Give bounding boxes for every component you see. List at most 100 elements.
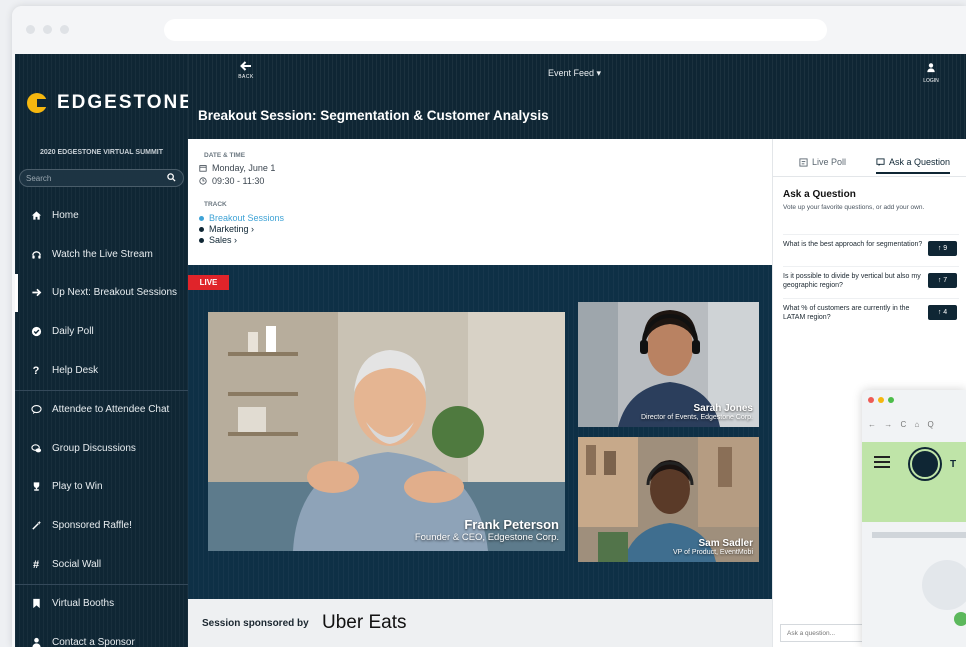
upvote-button[interactable]: ↑ 9 <box>928 241 957 256</box>
tab-ask-question[interactable]: Ask a Question <box>876 157 951 174</box>
poll-icon <box>799 157 808 167</box>
hamburger-menu-icon[interactable] <box>874 456 890 468</box>
question-item: What is the best approach for segmentati… <box>783 234 959 264</box>
event-app: EDGESTONE 2020 EDGESTONE VIRTUAL SUMMIT … <box>15 54 966 647</box>
question-text: What % of customers are currently in the… <box>783 305 910 321</box>
sidebar-item-label: Contact a Sponsor <box>52 636 135 647</box>
trophy-icon <box>30 481 42 493</box>
sidebar-item-label: Virtual Booths <box>52 598 115 610</box>
speaker-title: Founder & CEO, Edgestone Corp. <box>414 532 559 543</box>
sidebar-item-label: Up Next: Breakout Sessions <box>52 287 178 299</box>
sidebar-item-daily-poll[interactable]: Daily Poll <box>15 312 188 351</box>
question-item: What % of customers are currently in the… <box>783 298 959 328</box>
tab-label: Live Poll <box>812 157 847 167</box>
minimize-dot[interactable] <box>43 25 52 34</box>
track-heading: TRACK <box>204 201 227 208</box>
mini-label-fragment: T <box>950 459 957 470</box>
clock-icon <box>199 177 207 185</box>
vote-count: 9 <box>943 245 948 252</box>
sidebar-item-contact-sponsor[interactable]: Contact a Sponsor <box>15 623 188 647</box>
video-tile-main[interactable]: Frank Peterson Founder & CEO, Edgestone … <box>208 312 565 551</box>
question-text: Is it possible to divide by vertical but… <box>783 273 921 289</box>
maximize-dot[interactable] <box>60 25 69 34</box>
speaker-video-image <box>208 312 565 551</box>
question-text: What is the best approach for segmentati… <box>783 241 923 248</box>
leaf-icon <box>954 612 966 626</box>
minimize-dot[interactable] <box>878 397 884 403</box>
vote-count: 4 <box>943 309 948 316</box>
sidebar-item-home[interactable]: Home <box>15 196 188 235</box>
arrow-up-icon: ↑ <box>937 277 942 284</box>
sidebar: EDGESTONE 2020 EDGESTONE VIRTUAL SUMMIT … <box>15 54 192 647</box>
laptop-badge-icon[interactable] <box>910 449 940 479</box>
sidebar-item-live-stream[interactable]: Watch the Live Stream <box>15 235 188 274</box>
user-icon <box>916 60 946 78</box>
close-dot[interactable] <box>26 25 35 34</box>
speaker-name: Sam Sadler <box>698 538 753 549</box>
back-button[interactable]: BACK <box>231 60 261 80</box>
track-breakout[interactable]: Breakout Sessions <box>199 213 284 223</box>
sidebar-item-breakout[interactable]: Up Next: Breakout Sessions <box>15 273 188 313</box>
sidebar-item-attendee-chat[interactable]: Attendee to Attendee Chat <box>15 389 188 429</box>
bookmark-icon <box>30 598 42 610</box>
event-name: 2020 EDGESTONE VIRTUAL SUMMIT <box>39 149 164 156</box>
maximize-dot[interactable] <box>888 397 894 403</box>
upvote-button[interactable]: ↑ 7 <box>928 273 957 288</box>
sidebar-item-label: Attendee to Attendee Chat <box>52 404 170 416</box>
brand[interactable]: EDGESTONE <box>27 92 194 114</box>
hashtag-icon: # <box>32 558 40 571</box>
browser-chrome <box>12 6 966 54</box>
track-bullet <box>199 226 204 232</box>
sidebar-item-label: Home <box>52 209 79 221</box>
sponsor-prefix: Session sponsored by <box>202 618 309 629</box>
video-tile-sam[interactable]: Sam Sadler VP of Product, EventMobi <box>578 437 759 562</box>
track-label: Sales › <box>209 235 238 245</box>
vote-count: 7 <box>943 277 948 284</box>
sidebar-item-raffle[interactable]: Sponsored Raffle! <box>15 506 188 545</box>
sidebar-item-play-to-win[interactable]: Play to Win <box>15 468 188 507</box>
qa-tabs: Live Poll Ask a Question <box>773 151 966 177</box>
upvote-button[interactable]: ↑ 4 <box>928 305 957 320</box>
user-icon <box>30 636 42 647</box>
headset-icon <box>30 248 42 260</box>
sidebar-item-help-desk[interactable]: ? Help Desk <box>15 351 188 390</box>
question-item: Is it possible to divide by vertical but… <box>783 266 959 296</box>
back-label: BACK <box>238 74 254 80</box>
brand-name: EDGESTONE <box>57 92 194 113</box>
sidebar-item-label: Watch the Live Stream <box>52 248 153 260</box>
magic-wand-icon <box>30 520 42 532</box>
sidebar-item-social-wall[interactable]: # Social Wall <box>15 545 188 584</box>
search-input[interactable] <box>26 173 156 184</box>
search-icon[interactable] <box>167 173 176 182</box>
browser-window: EDGESTONE 2020 EDGESTONE VIRTUAL SUMMIT … <box>12 6 966 647</box>
page-title: Breakout Session: Segmentation & Custome… <box>198 108 549 123</box>
time-text: 09:30 - 11:30 <box>212 176 265 186</box>
sponsor-logo[interactable]: Uber Eats <box>322 612 406 634</box>
session-date: Monday, June 1 <box>199 163 275 173</box>
login-label: LOGIN <box>923 78 939 84</box>
mini-nav-controls[interactable]: ← → C ⌂ Q <box>868 420 937 429</box>
sidebar-item-virtual-booths[interactable]: Virtual Booths <box>15 583 188 623</box>
track-sales[interactable]: Sales › <box>199 235 237 245</box>
track-bullet <box>199 237 204 243</box>
tab-live-poll[interactable]: Live Poll <box>799 157 846 167</box>
video-stage: LIVE Frank Peterson Founder & CEO, Edges… <box>188 265 772 599</box>
track-label: Breakout Sessions <box>209 213 285 223</box>
track-marketing[interactable]: Marketing › <box>199 224 254 234</box>
mini-window-controls <box>868 397 894 403</box>
close-dot[interactable] <box>868 397 874 403</box>
sidebar-item-group-discussions[interactable]: Group Discussions <box>15 429 188 468</box>
address-bar[interactable] <box>164 19 827 41</box>
event-feed-dropdown[interactable]: Event Feed ▾ <box>548 68 601 79</box>
login-button[interactable]: LOGIN <box>916 60 946 84</box>
search-box[interactable] <box>19 169 184 187</box>
brand-logo-icon <box>27 93 49 113</box>
track-label: Marketing › <box>209 224 255 234</box>
speaker-name: Frank Peterson <box>464 517 559 532</box>
live-badge: LIVE <box>188 275 229 290</box>
sidebar-nav: Home Watch the Live Stream Up Next: Brea… <box>15 196 188 647</box>
video-tile-sarah[interactable]: Sarah Jones Director of Events, Edgeston… <box>578 302 759 427</box>
speaker-name: Sarah Jones <box>693 403 753 414</box>
check-circle-icon <box>30 326 42 338</box>
arrow-up-icon: ↑ <box>937 245 942 252</box>
